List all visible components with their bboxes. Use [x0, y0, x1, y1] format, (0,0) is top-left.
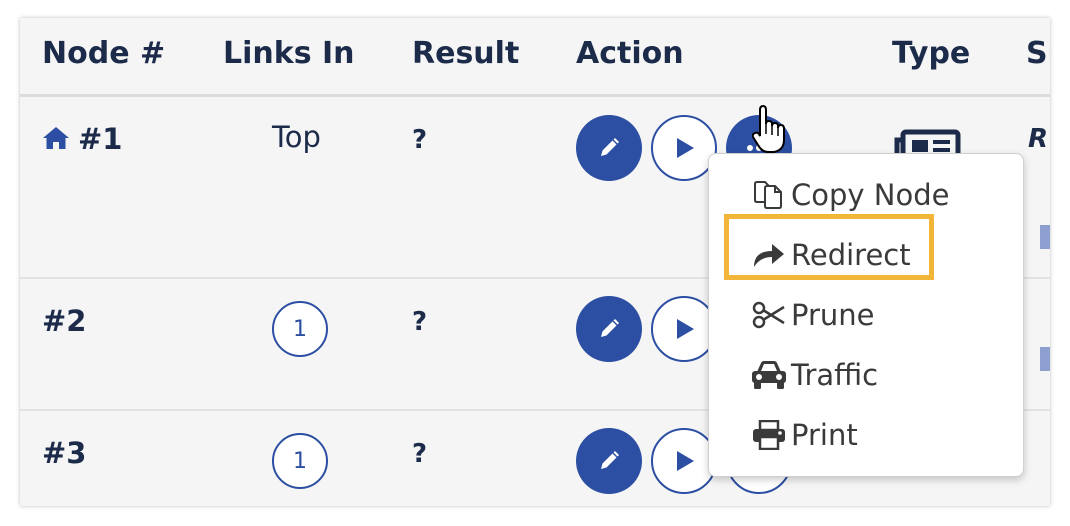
sub-tag-fragment — [1040, 225, 1050, 249]
edit-button[interactable] — [576, 296, 642, 362]
pencil-icon — [601, 319, 619, 337]
result-value: ? — [412, 439, 428, 469]
actions-dropdown-menu: Copy Node Redirect Prune Traffic Print — [708, 153, 1024, 477]
car-icon — [752, 361, 786, 389]
menu-item-traffic[interactable]: Traffic — [709, 349, 1023, 401]
column-header-node[interactable]: Node # — [42, 36, 165, 71]
menu-item-print[interactable]: Print — [709, 409, 1023, 461]
sub-cell-value: R — [1028, 124, 1049, 154]
hand-pointer-cursor-icon — [752, 104, 785, 153]
table-header: Node # Links In Result Action Type Su — [20, 18, 1050, 97]
home-icon — [43, 127, 69, 149]
node-id-cell[interactable]: #1 — [42, 122, 122, 156]
column-header-action: Action — [576, 36, 684, 71]
result-value: ? — [412, 307, 428, 337]
play-icon — [677, 138, 694, 158]
node-id-cell[interactable]: #3 — [42, 436, 86, 470]
copy-icon — [754, 181, 782, 209]
column-header-result[interactable]: Result — [412, 36, 519, 71]
column-header-sub[interactable]: Su — [1026, 36, 1050, 71]
menu-item-label: Print — [791, 418, 858, 452]
menu-item-prune[interactable]: Prune — [709, 289, 1023, 341]
menu-item-label: Traffic — [791, 358, 879, 392]
menu-item-label: Prune — [791, 298, 875, 332]
edit-button[interactable] — [576, 115, 642, 181]
edit-button[interactable] — [576, 428, 642, 494]
play-icon — [677, 319, 694, 339]
pencil-icon — [601, 138, 619, 156]
printer-icon — [753, 420, 785, 450]
redirect-highlight-box — [724, 214, 934, 280]
node-id-label: #1 — [78, 122, 123, 156]
node-id-cell[interactable]: #2 — [42, 304, 86, 338]
result-value: ? — [412, 125, 428, 155]
column-header-links-in[interactable]: Links In — [223, 36, 355, 71]
links-in-value: Top — [272, 120, 321, 154]
links-in-badge[interactable]: 1 — [272, 433, 328, 489]
scissors-icon — [752, 301, 785, 329]
links-in-badge[interactable]: 1 — [272, 301, 328, 357]
pencil-icon — [601, 451, 619, 469]
play-icon — [677, 451, 694, 471]
menu-item-label: Copy Node — [791, 178, 950, 212]
column-header-type[interactable]: Type — [892, 36, 970, 71]
sub-tag-fragment — [1040, 347, 1050, 371]
